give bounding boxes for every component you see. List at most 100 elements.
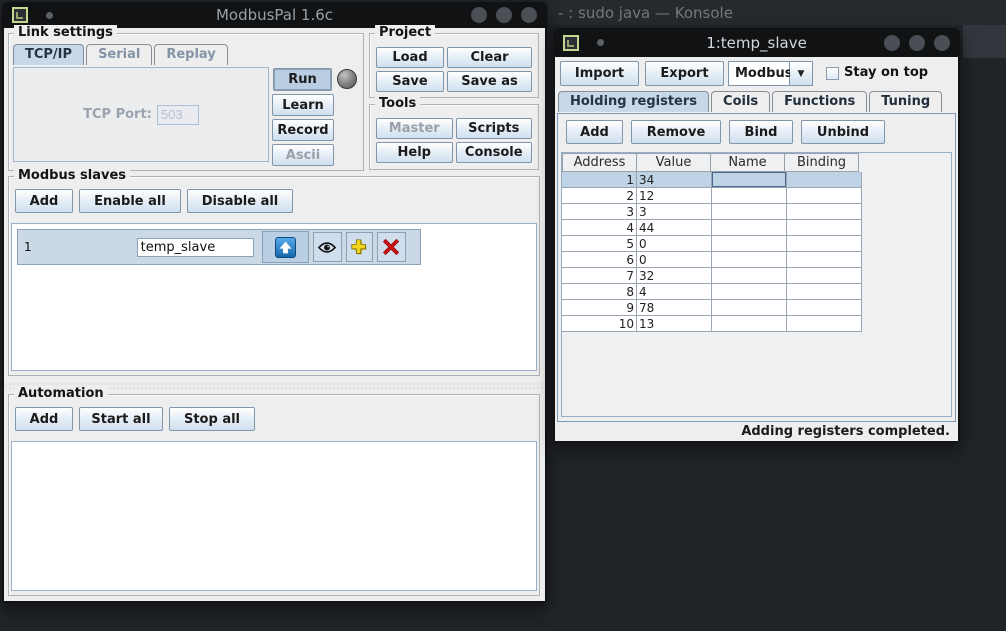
unbind-button[interactable]: Unbind — [801, 120, 885, 144]
maximize-icon[interactable] — [909, 35, 925, 51]
slave-editor-titlebar[interactable]: 1:temp_slave — [553, 28, 960, 57]
stop-all-button[interactable]: Stop all — [169, 407, 255, 431]
remove-register-button[interactable]: Remove — [631, 120, 721, 144]
tab-holding-registers[interactable]: Holding registers — [558, 91, 709, 112]
cell-addr[interactable]: 2 — [562, 188, 637, 204]
load-button[interactable]: Load — [376, 47, 444, 68]
cell-addr[interactable]: 10 — [562, 316, 637, 332]
mode-combobox[interactable]: Modbus ▼ — [728, 61, 813, 86]
cell-name[interactable] — [712, 252, 787, 268]
cell-name[interactable] — [712, 220, 787, 236]
table-row[interactable]: 978 — [562, 300, 951, 316]
help-button[interactable]: Help — [376, 142, 453, 163]
cell-bind[interactable] — [787, 172, 862, 188]
slave-name-field[interactable] — [137, 238, 254, 257]
column-header-value[interactable]: Value — [636, 153, 711, 172]
table-row[interactable]: 1013 — [562, 316, 951, 332]
save-as-button[interactable]: Save as — [447, 71, 532, 92]
tab-functions[interactable]: Functions — [772, 91, 867, 112]
table-row[interactable]: 134 — [562, 172, 951, 188]
cell-val[interactable]: 44 — [637, 220, 712, 236]
column-header-name[interactable]: Name — [710, 153, 785, 172]
minimize-icon[interactable] — [884, 35, 900, 51]
table-row[interactable]: 212 — [562, 188, 951, 204]
cell-name[interactable] — [712, 188, 787, 204]
start-all-button[interactable]: Start all — [79, 407, 163, 431]
cell-addr[interactable]: 4 — [562, 220, 637, 236]
import-button[interactable]: Import — [560, 61, 639, 86]
close-icon[interactable] — [934, 35, 950, 51]
eye-icon[interactable] — [313, 232, 342, 262]
cell-bind[interactable] — [787, 188, 862, 204]
slave-enable-toggle[interactable] — [262, 231, 309, 263]
chevron-down-icon[interactable]: ▼ — [790, 61, 813, 86]
cell-bind[interactable] — [787, 268, 862, 284]
learn-button[interactable]: Learn — [272, 94, 334, 116]
cell-name[interactable] — [712, 236, 787, 252]
cell-addr[interactable]: 1 — [562, 172, 637, 188]
cell-val[interactable]: 12 — [637, 188, 712, 204]
cell-name[interactable] — [712, 268, 787, 284]
cell-name[interactable] — [712, 284, 787, 300]
cell-name[interactable] — [712, 316, 787, 332]
delete-slave-icon[interactable] — [377, 232, 406, 262]
export-button[interactable]: Export — [645, 61, 724, 86]
cell-bind[interactable] — [787, 252, 862, 268]
save-button[interactable]: Save — [376, 71, 444, 92]
minimize-icon[interactable] — [471, 7, 487, 23]
cell-val[interactable]: 13 — [637, 316, 712, 332]
cell-bind[interactable] — [787, 220, 862, 236]
cell-bind[interactable] — [787, 204, 862, 220]
cell-addr[interactable]: 9 — [562, 300, 637, 316]
cell-addr[interactable]: 8 — [562, 284, 637, 300]
add-automation-icon[interactable] — [346, 232, 373, 262]
cell-addr[interactable]: 7 — [562, 268, 637, 284]
console-button[interactable]: Console — [456, 142, 533, 163]
slave-row[interactable]: 1 — [17, 229, 421, 265]
add-automation-button[interactable]: Add — [15, 407, 73, 431]
tab-tcpip[interactable]: TCP/IP — [13, 44, 84, 65]
table-row[interactable]: 50 — [562, 236, 951, 252]
tab-serial[interactable]: Serial — [86, 44, 152, 65]
cell-name[interactable] — [712, 172, 787, 188]
enable-all-button[interactable]: Enable all — [79, 189, 181, 213]
run-button[interactable]: Run — [273, 68, 332, 91]
cell-bind[interactable] — [787, 236, 862, 252]
maximize-icon[interactable] — [496, 7, 512, 23]
tcp-port-field[interactable] — [157, 105, 199, 125]
cell-addr[interactable]: 6 — [562, 252, 637, 268]
bind-button[interactable]: Bind — [729, 120, 793, 144]
table-row[interactable]: 33 — [562, 204, 951, 220]
cell-name[interactable] — [712, 300, 787, 316]
cell-val[interactable]: 4 — [637, 284, 712, 300]
tab-replay[interactable]: Replay — [154, 44, 227, 65]
column-header-binding[interactable]: Binding — [784, 153, 859, 172]
table-row[interactable]: 60 — [562, 252, 951, 268]
window-menu-icon[interactable] — [563, 35, 579, 51]
close-icon[interactable] — [521, 7, 537, 23]
cell-bind[interactable] — [787, 316, 862, 332]
table-row[interactable]: 84 — [562, 284, 951, 300]
table-row[interactable]: 444 — [562, 220, 951, 236]
clear-button[interactable]: Clear — [447, 47, 532, 68]
disable-all-button[interactable]: Disable all — [187, 189, 293, 213]
tab-tuning[interactable]: Tuning — [869, 91, 942, 112]
add-register-button[interactable]: Add — [566, 120, 623, 144]
cell-val[interactable]: 78 — [637, 300, 712, 316]
cell-val[interactable]: 32 — [637, 268, 712, 284]
tab-coils[interactable]: Coils — [711, 91, 770, 112]
cell-val[interactable]: 3 — [637, 204, 712, 220]
cell-addr[interactable]: 5 — [562, 236, 637, 252]
cell-bind[interactable] — [787, 300, 862, 316]
cell-addr[interactable]: 3 — [562, 204, 637, 220]
window-menu-icon[interactable] — [12, 7, 28, 23]
stay-on-top-label[interactable]: Stay on top — [844, 65, 928, 80]
cell-val[interactable]: 0 — [637, 252, 712, 268]
column-header-address[interactable]: Address — [562, 153, 637, 172]
scripts-button[interactable]: Scripts — [456, 118, 533, 139]
cell-val[interactable]: 0 — [637, 236, 712, 252]
record-button[interactable]: Record — [272, 119, 334, 141]
table-row[interactable]: 732 — [562, 268, 951, 284]
stay-on-top-checkbox[interactable] — [826, 67, 839, 80]
add-slave-button[interactable]: Add — [15, 189, 73, 213]
